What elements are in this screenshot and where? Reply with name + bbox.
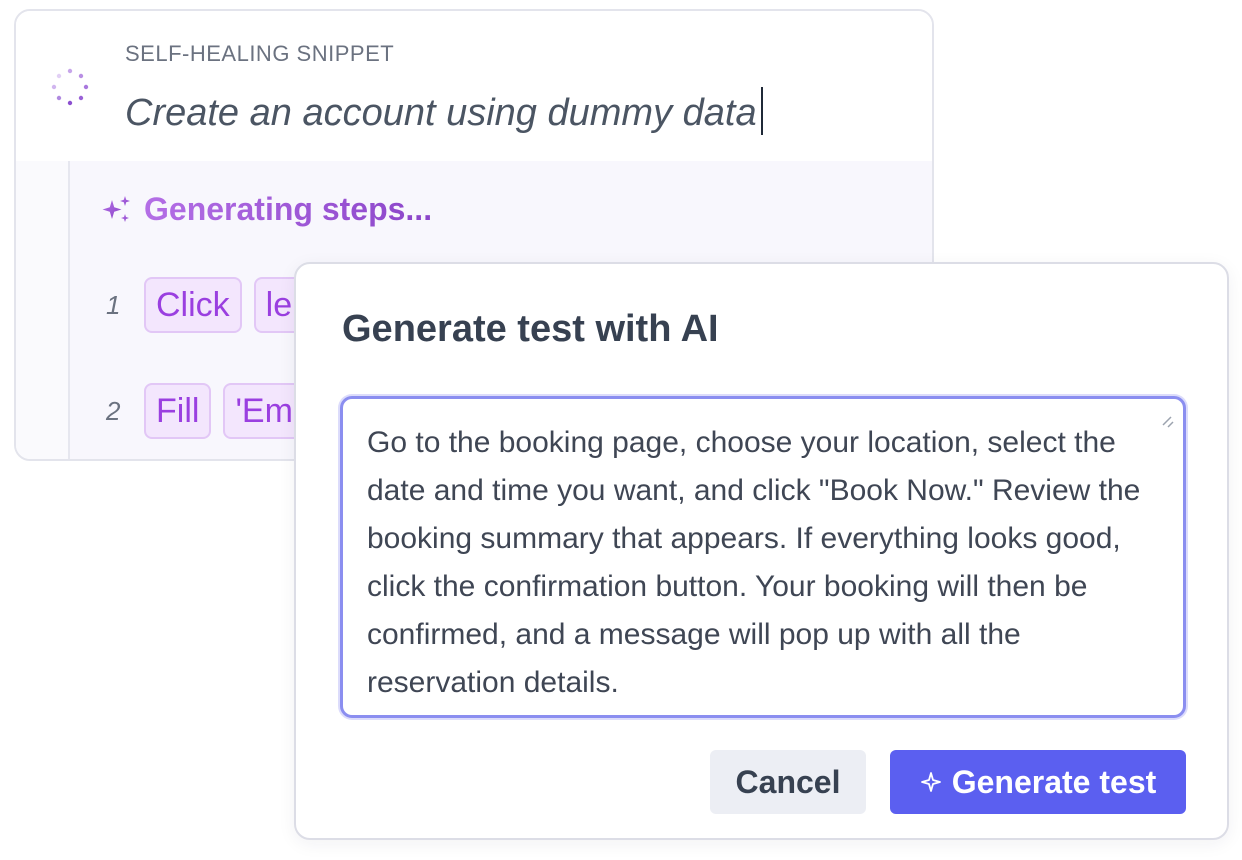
- step-number: 2: [106, 395, 121, 426]
- snippet-prompt-input[interactable]: Create an account using dummy data: [125, 87, 763, 135]
- snippet-kicker-label: SELF-HEALING SNIPPET: [125, 41, 395, 66]
- text-caret: [760, 87, 763, 135]
- step-row: 2 Fill 'Em: [106, 383, 317, 439]
- sparkles-icon: [102, 195, 130, 222]
- generate-test-button[interactable]: Generate test: [890, 750, 1186, 814]
- step-chip[interactable]: Click: [144, 277, 242, 333]
- dialog-title: Generate test with AI: [342, 308, 719, 350]
- test-prompt-text: Go to the booking page, choose your loca…: [367, 426, 1141, 699]
- generate-test-dialog: Generate test with AI Go to the booking …: [294, 262, 1229, 840]
- generating-status-label: Generating steps...: [144, 191, 433, 227]
- test-prompt-textarea[interactable]: Go to the booking page, choose your loca…: [340, 396, 1186, 718]
- step-chip[interactable]: Fill: [144, 383, 212, 439]
- snippet-prompt-text: Create an account using dummy data: [125, 92, 757, 134]
- steps-rail: [68, 161, 70, 459]
- step-row: 1 Click le: [106, 277, 316, 333]
- step-number: 1: [106, 289, 121, 320]
- cancel-button[interactable]: Cancel: [710, 750, 866, 814]
- step-chip[interactable]: 'Em: [223, 383, 305, 439]
- loading-spinner-icon: [51, 68, 89, 106]
- snippet-header: SELF-HEALING SNIPPET Create an account u…: [16, 11, 932, 163]
- sparkle-icon: [920, 772, 941, 792]
- generate-test-label: Generate test: [951, 763, 1157, 800]
- generating-status: Generating steps...: [100, 191, 432, 228]
- resize-grip-icon[interactable]: [1159, 413, 1175, 429]
- stage: SELF-HEALING SNIPPET Create an account u…: [0, 0, 1242, 860]
